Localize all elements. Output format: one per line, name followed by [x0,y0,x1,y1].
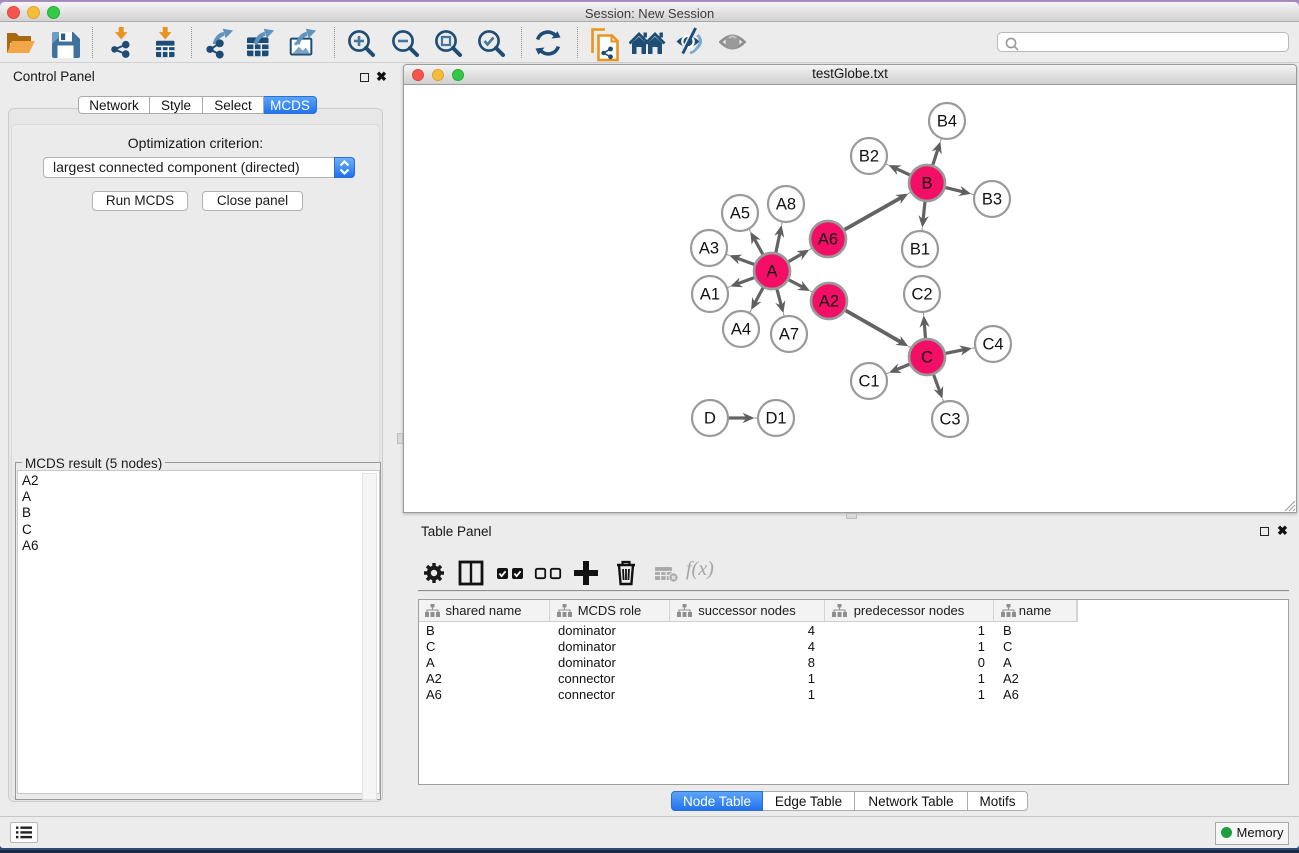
svg-text:A: A [766,263,777,281]
svg-text:C4: C4 [982,336,1003,354]
svg-text:A3: A3 [699,240,719,258]
svg-text:A8: A8 [776,196,796,214]
svg-text:B2: B2 [859,148,879,166]
svg-text:A2: A2 [819,293,839,311]
svg-text:A5: A5 [730,205,750,223]
svg-text:A7: A7 [779,326,799,344]
svg-text:C2: C2 [911,286,932,304]
svg-text:A6: A6 [818,231,838,249]
svg-text:B: B [921,175,932,193]
svg-text:B4: B4 [937,113,957,131]
svg-text:B3: B3 [982,191,1002,209]
svg-text:A1: A1 [700,286,720,304]
svg-text:D: D [704,410,716,428]
svg-text:C1: C1 [858,373,879,391]
svg-text:D1: D1 [765,410,786,428]
svg-text:C: C [921,349,933,367]
svg-text:A4: A4 [731,321,751,339]
svg-text:C3: C3 [939,411,960,429]
svg-text:B1: B1 [910,241,930,259]
